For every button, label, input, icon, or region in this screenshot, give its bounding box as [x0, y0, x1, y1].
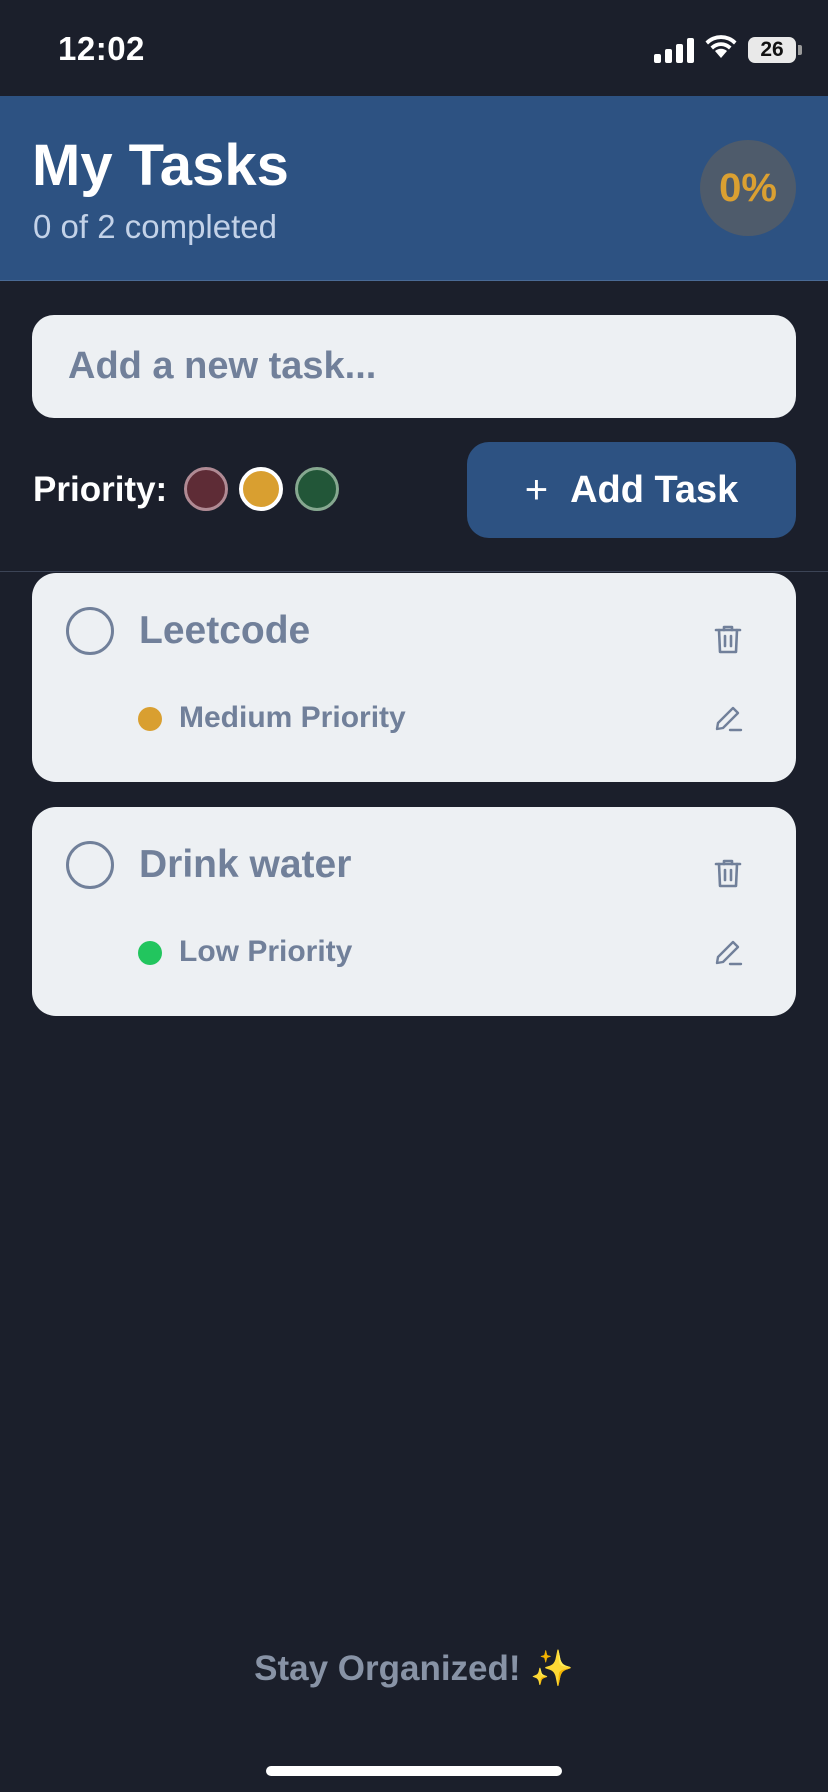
plus-icon: +	[524, 468, 549, 512]
task-checkbox[interactable]	[66, 841, 114, 889]
progress-badge: 0%	[700, 140, 796, 236]
signal-icon	[654, 37, 694, 63]
completion-summary: 0 of 2 completed	[33, 208, 277, 245]
pencil-icon	[715, 706, 743, 732]
trash-icon	[714, 625, 742, 654]
status-icons: 26	[654, 34, 802, 65]
priority-medium-option[interactable]	[239, 467, 283, 511]
task-card: Leetcode Medium Priority	[32, 573, 796, 782]
footer-message: Stay Organized! ✨	[0, 1648, 828, 1689]
divider	[0, 571, 828, 572]
delete-task-button[interactable]	[708, 619, 748, 659]
page-title: My Tasks	[32, 133, 289, 198]
priority-indicator	[138, 941, 162, 965]
home-indicator	[266, 1766, 562, 1776]
status-bar: 12:02 26	[0, 0, 828, 96]
trash-icon	[714, 859, 742, 888]
task-checkbox[interactable]	[66, 607, 114, 655]
add-task-button[interactable]: + Add Task	[467, 442, 796, 538]
wifi-icon	[704, 34, 738, 65]
pencil-icon	[715, 940, 743, 966]
task-title: Leetcode	[139, 609, 311, 652]
header: My Tasks 0 of 2 completed 0%	[0, 96, 828, 281]
battery-icon: 26	[748, 36, 802, 63]
delete-task-button[interactable]	[708, 853, 748, 893]
new-task-input[interactable]	[32, 315, 796, 418]
task-priority-label: Medium Priority	[179, 701, 406, 734]
edit-task-button[interactable]	[708, 932, 748, 972]
status-time: 12:02	[58, 30, 145, 67]
priority-high-option[interactable]	[184, 467, 228, 511]
task-title: Drink water	[139, 843, 352, 886]
priority-indicator	[138, 707, 162, 731]
add-task-label: Add Task	[570, 468, 739, 511]
task-priority-label: Low Priority	[179, 935, 353, 968]
task-card: Drink water Low Priority	[32, 807, 796, 1016]
edit-task-button[interactable]	[708, 698, 748, 738]
sparkle-icon: ✨	[530, 1649, 574, 1688]
priority-low-option[interactable]	[295, 467, 339, 511]
priority-label: Priority:	[33, 470, 168, 509]
footer-text: Stay Organized!	[254, 1649, 521, 1688]
